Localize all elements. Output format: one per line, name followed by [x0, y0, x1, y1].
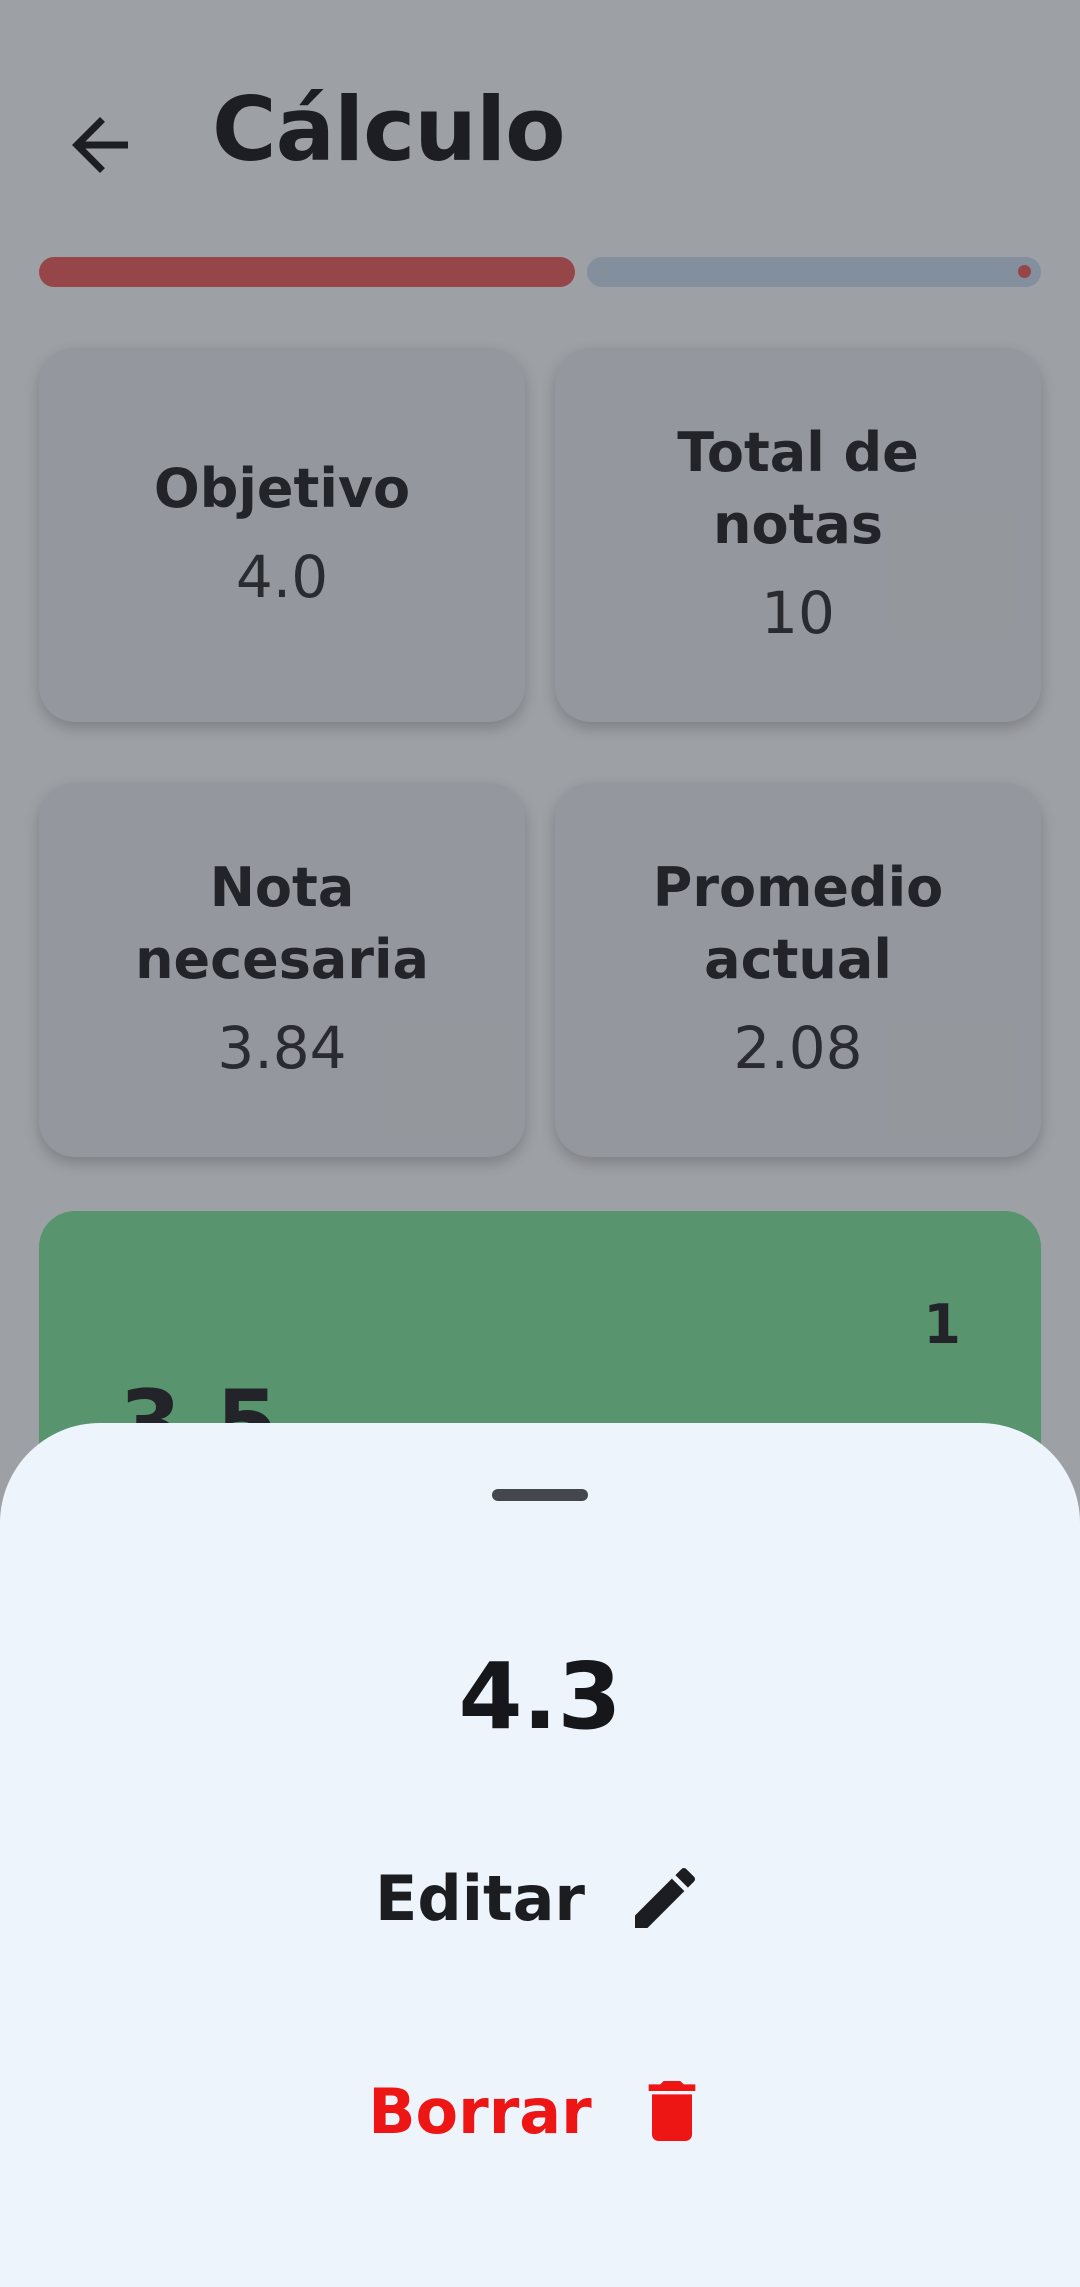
edit-label: Editar [374, 1861, 586, 1935]
trash-icon [632, 2071, 712, 2151]
delete-button[interactable]: Borrar [0, 2051, 1080, 2171]
delete-label: Borrar [368, 2074, 592, 2148]
bottom-sheet: 4.3 Editar Borrar [0, 1423, 1080, 2287]
drag-handle[interactable] [492, 1489, 588, 1501]
pencil-icon [625, 1858, 705, 1938]
edit-button[interactable]: Editar [0, 1838, 1080, 1958]
selected-grade: 4.3 [458, 1643, 622, 1750]
